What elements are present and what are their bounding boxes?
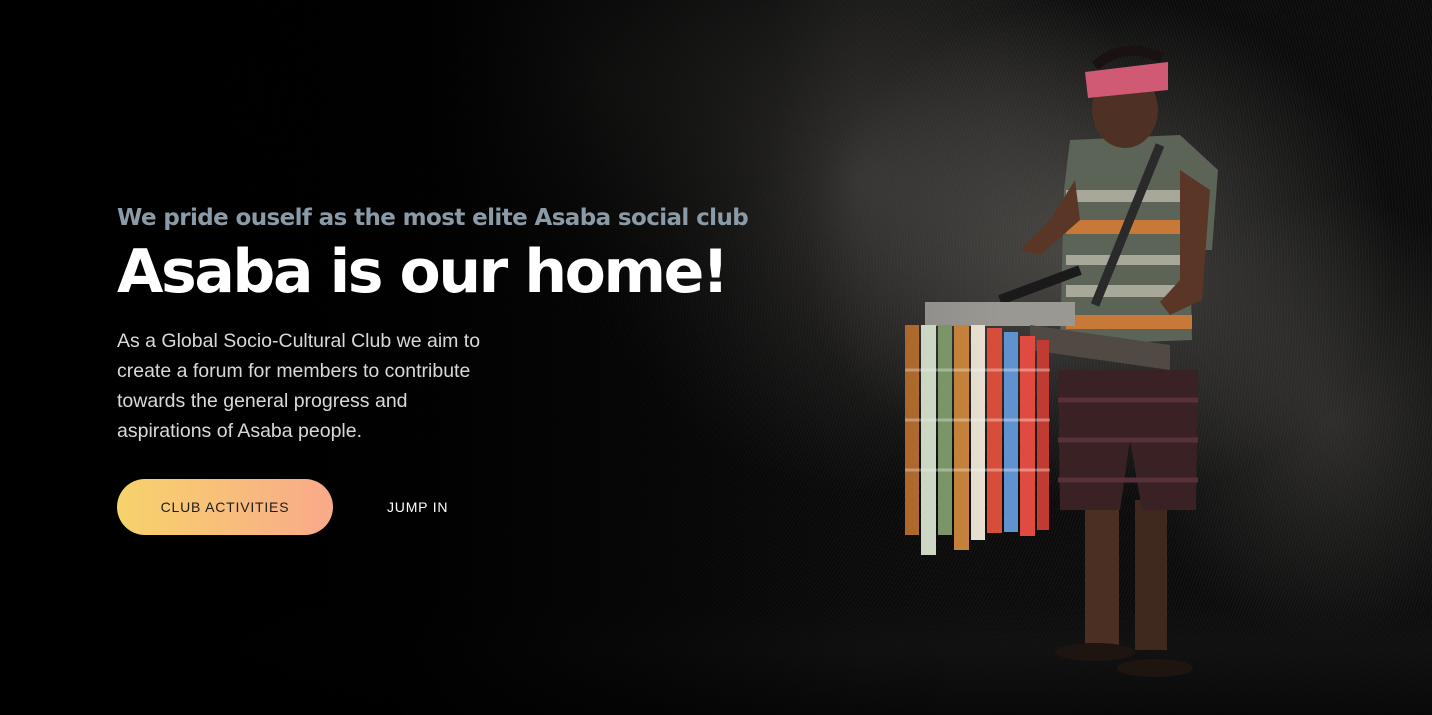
hero-section: We pride ouself as the most elite Asaba …	[0, 0, 1432, 715]
hero-actions: CLUB ACTIVITIES JUMP IN	[117, 479, 757, 535]
hero-eyebrow: We pride ouself as the most elite Asaba …	[117, 205, 749, 231]
hero-description: As a Global Socio-Cultural Club we aim t…	[117, 330, 481, 442]
jump-in-button[interactable]: JUMP IN	[387, 499, 448, 515]
hero-content: We pride ouself as the most elite Asaba …	[117, 205, 757, 535]
club-activities-button[interactable]: CLUB ACTIVITIES	[117, 479, 333, 535]
hero-title: Asaba is our home!	[117, 237, 729, 307]
